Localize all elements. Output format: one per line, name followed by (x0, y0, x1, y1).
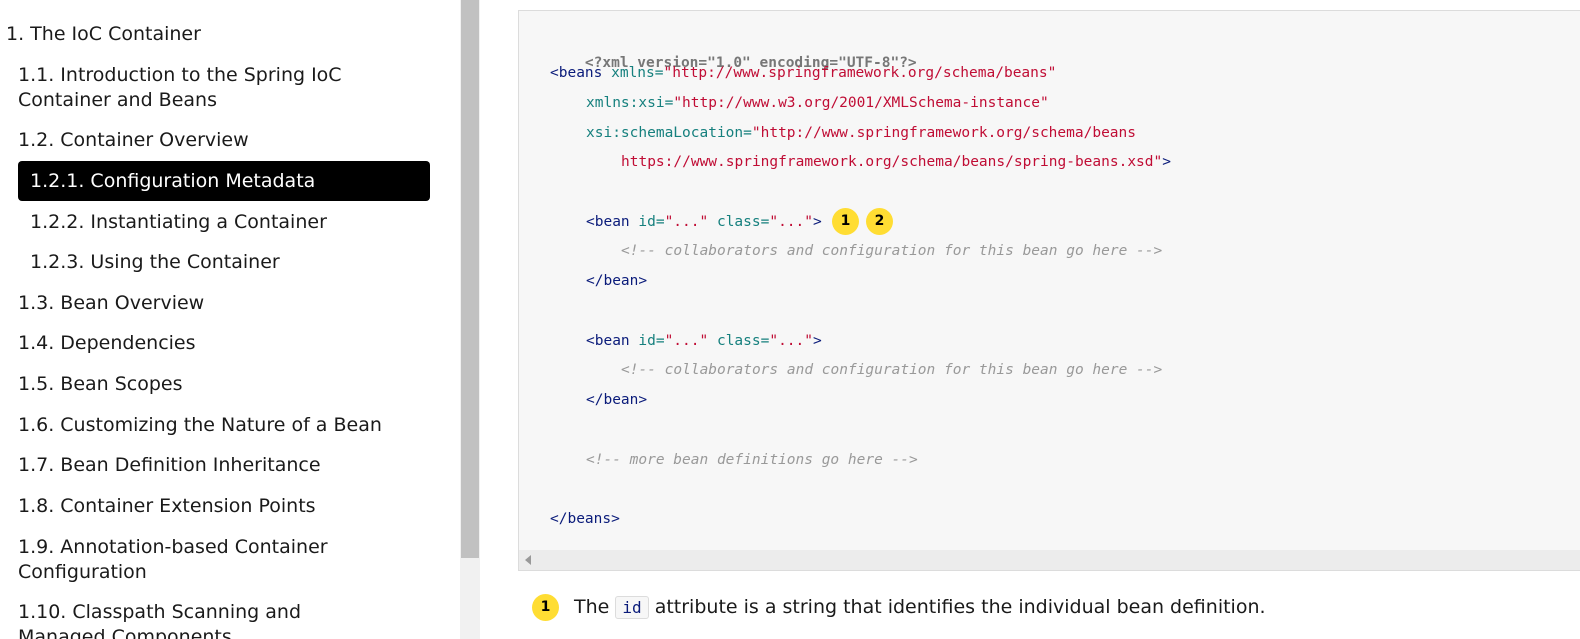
id-attr: id= (629, 214, 665, 230)
toc-scrollbar-thumb[interactable] (461, 0, 479, 558)
bean-comment: <!-- collaborators and configuration for… (621, 362, 1163, 378)
toc-item-ioc-container[interactable]: 1. The IoC Container (6, 22, 201, 47)
description-callout-1-badge: 1 (532, 594, 559, 621)
toc-item-dependencies[interactable]: 1.4. Dependencies (18, 331, 196, 356)
callout-2-badge: 2 (866, 208, 893, 235)
code-line-beans-close: </beans> (550, 509, 620, 529)
toc-item-using-container[interactable]: 1.2.3. Using the Container (30, 250, 280, 275)
xsi-value: "http://www.w3.org/2001/XMLSchema-instan… (673, 95, 1049, 111)
more-beans-comment: <!-- more bean definitions go here --> (586, 452, 918, 468)
beans-close-tag: </beans> (550, 511, 620, 527)
toc-item-introduction[interactable]: 1.1. Introduction to the Spring IoC Cont… (18, 63, 438, 113)
toc-item-customizing-bean[interactable]: 1.6. Customizing the Nature of a Bean (18, 413, 382, 438)
description-code-id: id (615, 596, 649, 619)
toc-item-annotation-config[interactable]: 1.9. Annotation-based Container Configur… (18, 535, 348, 585)
code-line-schema-location: xsi:schemaLocation="http://www.springfra… (586, 123, 1136, 143)
callout-1-badge: 1 (832, 208, 859, 235)
toc-item-bean-scopes[interactable]: 1.5. Bean Scopes (18, 372, 183, 397)
toc-item-bean-definition-inheritance[interactable]: 1.7. Bean Definition Inheritance (18, 453, 321, 478)
schema-attr: xsi:schemaLocation= (586, 125, 752, 141)
scroll-left-arrow-icon[interactable] (525, 555, 531, 565)
toc-item-container-overview[interactable]: 1.2. Container Overview (18, 128, 249, 153)
code-block: <?xml version="1.0" encoding="UTF-8"?> <… (518, 10, 1580, 571)
beans-open-tag: <beans (550, 65, 603, 81)
toc-item-configuration-metadata[interactable]: 1.2.1. Configuration Metadata (18, 161, 430, 201)
xsi-attr: xmlns:xsi= (586, 95, 674, 111)
schema-value-2: https://www.springframework.org/schema/b… (621, 154, 1163, 170)
bean-close-tag: </bean> (586, 392, 648, 408)
toc-item-classpath-scanning[interactable]: 1.10. Classpath Scanning and Managed Com… (18, 600, 378, 639)
toc-item-container-extension-points[interactable]: 1.8. Container Extension Points (18, 494, 316, 519)
code-horizontal-scrollbar[interactable] (519, 550, 1580, 570)
code-line-comment-1: <!-- collaborators and configuration for… (621, 241, 1162, 261)
code-line-schema-xsd: https://www.springframework.org/schema/b… (621, 152, 1171, 172)
schema-value-1: "http://www.springframework.org/schema/b… (751, 125, 1136, 141)
code-line-more-beans-comment: <!-- more bean definitions go here --> (586, 450, 918, 470)
table-of-contents: 1. The IoC Container 1.1. Introduction t… (0, 0, 460, 639)
id-attr: id= (629, 333, 665, 349)
bean-close-tag: </bean> (586, 273, 648, 289)
xmlns-value: "http://www.springframework.org/schema/b… (663, 65, 1057, 81)
code-line-comment-2: <!-- collaborators and configuration for… (621, 360, 1162, 380)
id-value: "..." (664, 333, 709, 349)
bean-open-tag: <bean (586, 214, 630, 230)
xmlns-attr: xmlns= (602, 65, 664, 81)
code-line-bean-1-close: </bean> (586, 271, 647, 291)
description-text: The id attribute is a string that identi… (574, 593, 1266, 622)
code-line-bean-2-open: <bean id="..." class="..."> (586, 331, 822, 351)
toc-item-bean-overview[interactable]: 1.3. Bean Overview (18, 291, 204, 316)
id-value: "..." (664, 214, 709, 230)
bean-open-tag: <bean (586, 333, 630, 349)
code-line-bean-1-open: <bean id="..." class="..."> (586, 212, 822, 232)
toc-item-instantiating-container[interactable]: 1.2.2. Instantiating a Container (30, 210, 327, 235)
code-line-xmlns-xsi: xmlns:xsi="http://www.w3.org/2001/XMLSch… (586, 93, 1049, 113)
bean-comment: <!-- collaborators and configuration for… (621, 243, 1163, 259)
class-attr: class= (708, 214, 770, 230)
class-value: "..." (769, 333, 813, 349)
schema-close: > (1162, 154, 1171, 170)
class-attr: class= (708, 333, 770, 349)
bean-open-close: > (813, 214, 822, 230)
description-suffix: attribute is a string that identifies th… (654, 596, 1266, 618)
description-prefix: The (574, 596, 610, 618)
class-value: "..." (769, 214, 813, 230)
bean-open-close: > (813, 333, 822, 349)
code-line-bean-2-close: </bean> (586, 390, 647, 410)
code-line-beans-open: <beans xmlns="http://www.springframework… (550, 63, 1056, 83)
